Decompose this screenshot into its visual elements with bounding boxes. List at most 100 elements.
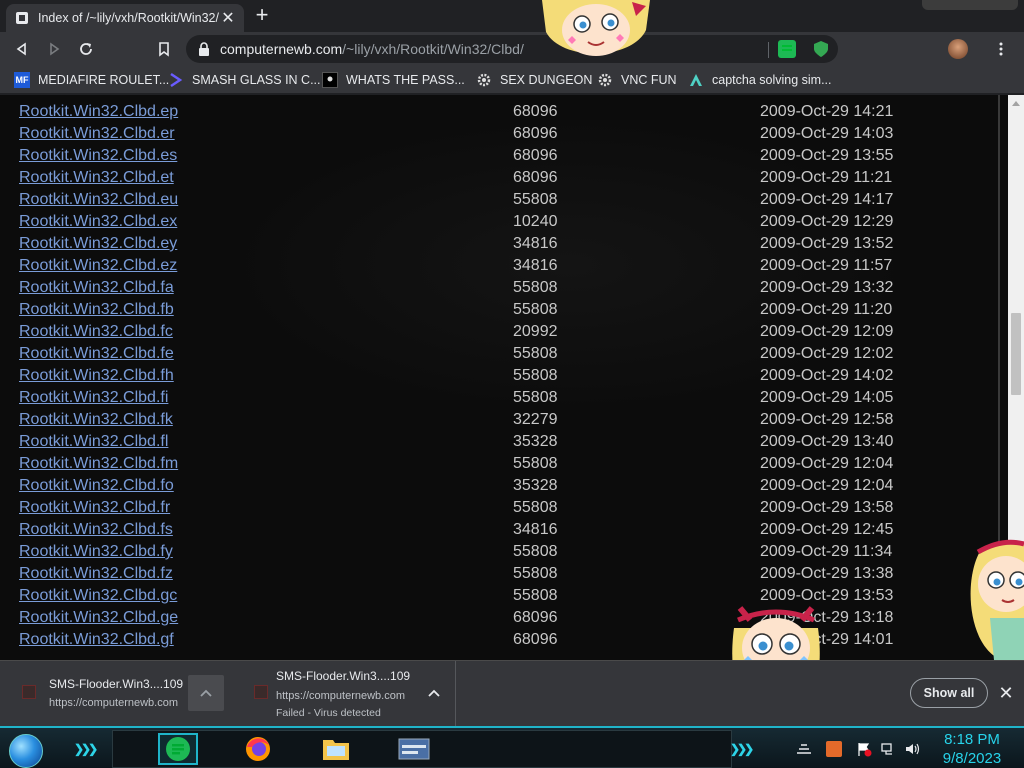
download-item-failed[interactable]: SMS-Flooder.Win3....109 https://computer… <box>232 661 456 727</box>
file-link[interactable]: Rootkit.Win32.Clbd.et <box>19 169 174 187</box>
file-link[interactable]: Rootkit.Win32.Clbd.fo <box>19 477 174 495</box>
listing-row: Rootkit.Win32.Clbd.ey 34816 2009-Oct-29 13… <box>0 235 1000 257</box>
file-link[interactable]: Rootkit.Win32.Clbd.eu <box>19 191 178 209</box>
bookmark-smash-glass[interactable]: SMASH GLASS IN C... <box>168 71 321 89</box>
start-button[interactable] <box>9 734 43 768</box>
action-center-flag-icon[interactable] <box>856 741 872 757</box>
file-modified-date: 2009-Oct-29 11:34 <box>760 543 893 560</box>
file-link[interactable]: Rootkit.Win32.Clbd.fh <box>19 367 174 385</box>
notes-extension-icon[interactable] <box>778 40 796 58</box>
network-icon[interactable] <box>880 741 896 757</box>
file-link[interactable]: Rootkit.Win32.Clbd.fa <box>19 279 174 297</box>
listing-row: Rootkit.Win32.Clbd.gf 68096 2009-Oct-29 14… <box>0 631 1000 653</box>
taskbar: ❯❯❯ ❯❯❯ 8:18 PM 9/8/2023 <box>0 726 1024 768</box>
listing-row: Rootkit.Win32.Clbd.fa 55808 2009-Oct-29 13… <box>0 279 1000 301</box>
file-link[interactable]: Rootkit.Win32.Clbd.ex <box>19 213 177 231</box>
tab-active[interactable]: Index of /~lily/vxh/Rootkit/Win32/ ✕ <box>6 4 244 32</box>
file-link[interactable]: Rootkit.Win32.Clbd.es <box>19 147 177 165</box>
file-link[interactable]: Rootkit.Win32.Clbd.fc <box>19 323 173 341</box>
show-hidden-icons-icon[interactable] <box>796 741 812 757</box>
file-link[interactable]: Rootkit.Win32.Clbd.gc <box>19 587 177 605</box>
file-link[interactable]: Rootkit.Win32.Clbd.fe <box>19 345 174 363</box>
scroll-up-arrow-icon[interactable] <box>1012 101 1020 106</box>
file-size: 68096 <box>513 125 558 142</box>
file-size: 55808 <box>513 587 558 604</box>
browser-menu-button[interactable] <box>990 38 1012 60</box>
file-size: 10240 <box>513 213 558 230</box>
listing-row: Rootkit.Win32.Clbd.ep 68096 2009-Oct-29 14… <box>0 103 1000 125</box>
file-link[interactable]: Rootkit.Win32.Clbd.ey <box>19 235 177 253</box>
file-link[interactable]: Rootkit.Win32.Clbd.gf <box>19 631 174 649</box>
bookmark-mediafire[interactable]: MF MEDIAFIRE ROULET... <box>14 71 169 89</box>
gear-bookmark-icon <box>476 72 492 88</box>
download-options-button[interactable] <box>188 675 224 711</box>
file-link[interactable]: Rootkit.Win32.Clbd.fy <box>19 543 173 561</box>
taskbar-file-explorer[interactable] <box>316 733 356 765</box>
bookmark-star-button[interactable] <box>153 38 175 60</box>
download-options-button[interactable] <box>416 675 452 711</box>
bookmark-vnc-fun[interactable]: VNC FUN <box>597 71 677 89</box>
file-icon <box>254 685 268 699</box>
reload-icon <box>80 43 92 55</box>
file-modified-date: 2009-Oct-29 13:55 <box>760 147 894 164</box>
file-link[interactable]: Rootkit.Win32.Clbd.fz <box>19 565 173 583</box>
file-link[interactable]: Rootkit.Win32.Clbd.ge <box>19 609 178 627</box>
file-link[interactable]: Rootkit.Win32.Clbd.fi <box>19 389 168 407</box>
java-tray-icon[interactable] <box>826 741 842 757</box>
bookmark-icon <box>159 42 169 57</box>
file-size: 68096 <box>513 169 558 186</box>
taskbar-notes-app[interactable] <box>158 733 198 765</box>
dark-square-icon <box>322 72 338 88</box>
file-size: 35328 <box>513 433 558 450</box>
file-size: 68096 <box>513 147 558 164</box>
file-modified-date: 2009-Oct-29 12:04 <box>760 477 894 494</box>
chevron-up-icon <box>428 689 440 697</box>
file-size: 34816 <box>513 521 558 538</box>
file-modified-date: 2009-Oct-29 12:02 <box>760 345 894 362</box>
file-link[interactable]: Rootkit.Win32.Clbd.fk <box>19 411 173 429</box>
file-link[interactable]: Rootkit.Win32.Clbd.er <box>19 125 175 143</box>
reload-button[interactable] <box>75 38 97 60</box>
tab-title: Index of /~lily/vxh/Rootkit/Win32/ <box>38 11 219 25</box>
system-clock[interactable]: 8:18 PM 9/8/2023 <box>930 730 1014 768</box>
taskbar-window-app[interactable] <box>394 733 434 765</box>
file-link[interactable]: Rootkit.Win32.Clbd.fm <box>19 455 178 473</box>
bookmark-label: MEDIAFIRE ROULET... <box>38 73 170 87</box>
file-link[interactable]: Rootkit.Win32.Clbd.ez <box>19 257 177 275</box>
taskbar-firefox[interactable] <box>238 733 278 765</box>
file-modified-date: 2009-Oct-29 14:03 <box>760 125 894 142</box>
firefox-icon <box>246 737 270 761</box>
forward-button[interactable] <box>43 38 65 60</box>
file-size: 34816 <box>513 257 558 274</box>
bookmark-captcha[interactable]: captcha solving sim... <box>688 71 832 89</box>
show-all-downloads-button[interactable]: Show all <box>910 678 988 708</box>
bookmark-whats-the-pass[interactable]: WHATS THE PASS... <box>322 71 465 89</box>
file-link[interactable]: Rootkit.Win32.Clbd.fr <box>19 499 170 517</box>
file-icon <box>22 685 36 699</box>
new-tab-button[interactable]: + <box>252 4 272 26</box>
address-bar[interactable]: computernewb.com /~lily/vxh/Rootkit/Win3… <box>186 35 838 63</box>
mediafire-icon: MF <box>14 72 30 88</box>
profile-avatar[interactable] <box>948 39 968 59</box>
bookmark-sex-dungeon[interactable]: SEX DUNGEON <box>476 71 592 89</box>
download-item[interactable]: SMS-Flooder.Win3....109 https://computer… <box>0 661 230 727</box>
close-downloads-icon[interactable]: ✕ <box>998 683 1014 704</box>
shield-extension-icon[interactable] <box>812 40 830 58</box>
toolbar-divider <box>768 42 769 58</box>
file-link[interactable]: Rootkit.Win32.Clbd.fs <box>19 521 173 539</box>
file-link[interactable]: Rootkit.Win32.Clbd.ep <box>19 103 178 121</box>
back-button[interactable] <box>11 38 33 60</box>
download-filename: SMS-Flooder.Win3....109 <box>276 669 411 683</box>
directory-listing-page: Rootkit.Win32.Clbd.ep 68096 2009-Oct-29 14… <box>0 95 1008 660</box>
browser-toolbar: computernewb.com /~lily/vxh/Rootkit/Win3… <box>0 32 1024 66</box>
file-link[interactable]: Rootkit.Win32.Clbd.fb <box>19 301 174 319</box>
tab-close-icon[interactable]: ✕ <box>220 8 236 28</box>
volume-icon[interactable] <box>904 741 920 757</box>
download-source: https://computernewb.com <box>49 697 179 709</box>
scrollbar-thumb[interactable] <box>1011 313 1021 395</box>
file-link[interactable]: Rootkit.Win32.Clbd.fl <box>19 433 168 451</box>
address-path: /~lily/vxh/Rootkit/Win32/Clbd/ <box>342 41 524 57</box>
forward-arrow-icon <box>50 42 60 56</box>
download-source: https://computernewb.com <box>276 690 406 702</box>
download-filename: SMS-Flooder.Win3....109 <box>49 677 184 691</box>
